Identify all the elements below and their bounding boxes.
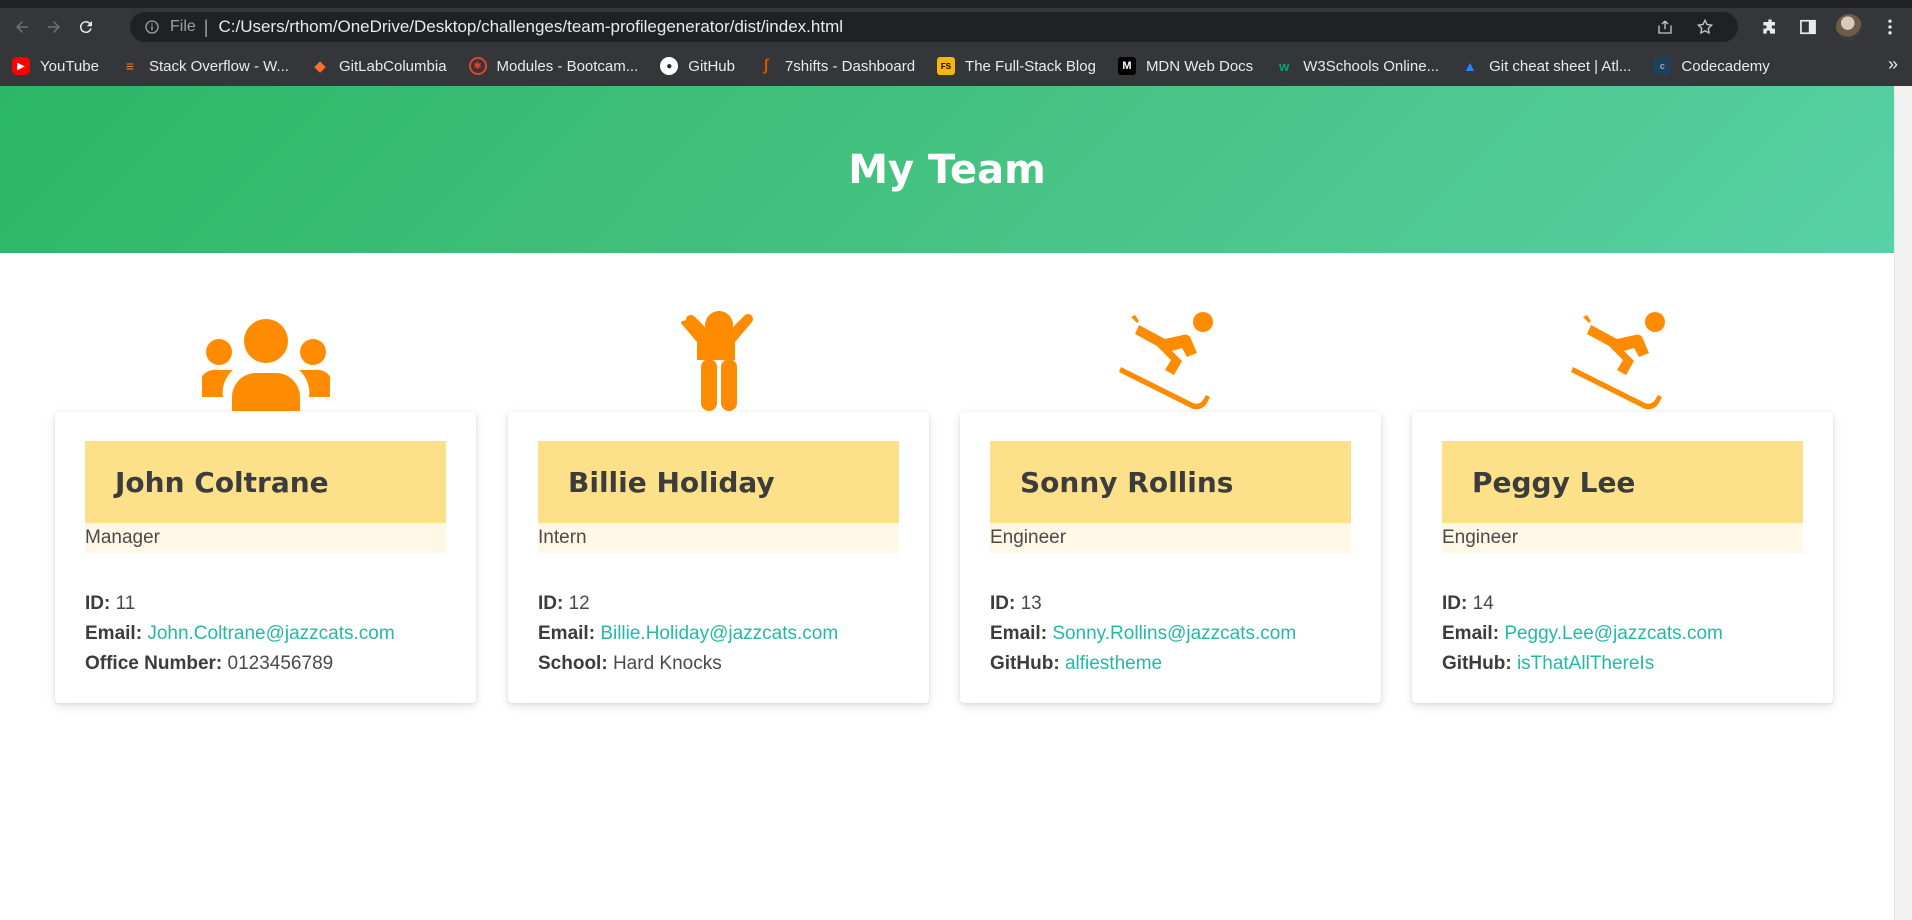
- bookmark-gitlab[interactable]: ◆ GitLabColumbia: [311, 57, 446, 76]
- w3schools-icon: w: [1279, 58, 1290, 74]
- employee-id: ID: 11: [85, 593, 136, 614]
- window-frame: [0, 0, 1912, 8]
- users-icon: [201, 319, 330, 411]
- forward-button[interactable]: [39, 12, 69, 42]
- reload-icon: [79, 21, 92, 34]
- employee-card: Sonny Rollins Engineer ID: 13 Email: Son…: [960, 412, 1381, 703]
- employee-email: Email: Peggy.Lee@jazzcats.com: [1442, 623, 1723, 644]
- arrow-right-icon: [48, 21, 60, 33]
- reload-button[interactable]: [71, 12, 101, 42]
- bookmarks-bar: ▶ YouTube ≡ Stack Overflow - W... ◆ GitL…: [0, 46, 1912, 86]
- stackoverflow-icon: ≡: [125, 58, 135, 74]
- github-username: GitHub: alfiestheme: [990, 653, 1163, 674]
- bookmark-atlassian[interactable]: ▲ Git cheat sheet | Atl...: [1461, 57, 1631, 75]
- school: School: Hard Knocks: [538, 653, 722, 674]
- bookmark-fullstack-blog[interactable]: FS The Full-Stack Blog: [937, 57, 1096, 75]
- card-header: Sonny Rollins: [990, 441, 1351, 523]
- github-icon: ●: [660, 57, 679, 75]
- skiing-icon: [1570, 312, 1665, 410]
- employee-name: John Coltrane: [115, 465, 329, 499]
- employee-role: Engineer: [1442, 523, 1803, 553]
- github-username: GitHub: isThatAllThereIs: [1442, 653, 1655, 674]
- employee-email: Email: John.Coltrane@jazzcats.com: [85, 623, 395, 644]
- more-vertical-icon[interactable]: [1880, 17, 1900, 37]
- email-link[interactable]: Peggy.Lee@jazzcats.com: [1504, 623, 1723, 644]
- employee-details: ID: 11 Email: John.Coltrane@jazzcats.com…: [85, 589, 446, 679]
- page-body: My Team John Coltrane Manager ID: 11 Ema…: [0, 86, 1894, 920]
- employee-details: ID: 14 Email: Peggy.Lee@jazzcats.com Git…: [1442, 589, 1803, 679]
- url-scheme: File: [170, 18, 196, 35]
- employee-column: Peggy Lee Engineer ID: 14 Email: Peggy.L…: [1412, 311, 1833, 711]
- skiing-icon: [1118, 312, 1213, 410]
- card-header: Peggy Lee: [1442, 441, 1803, 523]
- star-icon[interactable]: [1696, 18, 1714, 36]
- jumbotron: My Team: [0, 86, 1894, 253]
- fullstack-blog-icon: FS: [937, 57, 956, 75]
- employee-name: Peggy Lee: [1472, 465, 1636, 499]
- bookmarks-overflow-button[interactable]: »: [1888, 54, 1898, 75]
- share-icon[interactable]: [1656, 18, 1674, 36]
- side-panel-icon[interactable]: [1798, 17, 1818, 37]
- child-icon: [680, 311, 753, 411]
- bookmark-stackoverflow[interactable]: ≡ Stack Overflow - W...: [121, 57, 289, 75]
- employee-id: ID: 14: [1442, 593, 1494, 614]
- github-link[interactable]: alfiestheme: [1065, 653, 1162, 674]
- employee-column: John Coltrane Manager ID: 11 Email: John…: [55, 311, 476, 711]
- employee-id: ID: 13: [990, 593, 1042, 614]
- employee-email: Email: Sonny.Rollins@jazzcats.com: [990, 623, 1297, 644]
- url-text[interactable]: C:/Users/rthom/OneDrive/Desktop/challeng…: [218, 17, 843, 37]
- email-link[interactable]: Sonny.Rollins@jazzcats.com: [1052, 623, 1296, 644]
- employee-role: Manager: [85, 523, 446, 553]
- bootcamp-icon: ✱: [468, 57, 487, 75]
- page-scrollbar[interactable]: [1894, 86, 1912, 920]
- browser-toolbar: File | C:/Users/rthom/OneDrive/Desktop/c…: [0, 8, 1912, 46]
- employee-name: Sonny Rollins: [1020, 465, 1234, 499]
- bookmark-github[interactable]: ● GitHub: [660, 57, 735, 75]
- bookmark-mdn[interactable]: M MDN Web Docs: [1117, 57, 1253, 75]
- office-number: Office Number: 0123456789: [85, 653, 334, 674]
- youtube-icon: ▶: [12, 57, 30, 75]
- page-title: My Team: [848, 146, 1046, 193]
- employee-details: ID: 13 Email: Sonny.Rollins@jazzcats.com…: [990, 589, 1351, 679]
- employee-id: ID: 12: [538, 593, 590, 614]
- employee-role: Intern: [538, 523, 899, 553]
- bookmark-codecademy[interactable]: c Codecademy: [1653, 57, 1770, 75]
- github-link[interactable]: isThatAllThereIs: [1517, 653, 1654, 674]
- profile-avatar[interactable]: [1836, 14, 1862, 40]
- extensions-icon[interactable]: [1760, 17, 1780, 37]
- arrow-left-icon: [16, 21, 28, 33]
- card-header: John Coltrane: [85, 441, 446, 523]
- email-link[interactable]: Billie.Holiday@jazzcats.com: [600, 623, 838, 644]
- employee-card: Peggy Lee Engineer ID: 14 Email: Peggy.L…: [1412, 412, 1833, 703]
- bookmark-youtube[interactable]: ▶ YouTube: [12, 57, 99, 75]
- employee-role: Engineer: [990, 523, 1351, 553]
- employee-column: Sonny Rollins Engineer ID: 13 Email: Son…: [960, 311, 1381, 711]
- employee-card: Billie Holiday Intern ID: 12 Email: Bill…: [508, 412, 929, 703]
- employee-card: John Coltrane Manager ID: 11 Email: John…: [55, 412, 476, 703]
- employee-details: ID: 12 Email: Billie.Holiday@jazzcats.co…: [538, 589, 899, 679]
- card-header: Billie Holiday: [538, 441, 899, 523]
- 7shifts-icon: ʃ: [763, 57, 769, 74]
- employee-name: Billie Holiday: [568, 465, 775, 499]
- address-bar[interactable]: File | C:/Users/rthom/OneDrive/Desktop/c…: [130, 12, 1738, 42]
- atlassian-icon: ▲: [1463, 58, 1478, 74]
- bookmark-modules[interactable]: ✱ Modules - Bootcam...: [468, 57, 638, 75]
- email-link[interactable]: John.Coltrane@jazzcats.com: [147, 623, 394, 644]
- bookmark-7shifts[interactable]: ʃ 7shifts - Dashboard: [757, 57, 915, 75]
- info-icon[interactable]: [144, 19, 160, 35]
- url-separator: |: [203, 16, 209, 37]
- bookmark-w3schools[interactable]: w W3Schools Online...: [1275, 57, 1439, 75]
- back-button[interactable]: [7, 12, 37, 42]
- employee-column: Billie Holiday Intern ID: 12 Email: Bill…: [508, 311, 929, 711]
- gitlab-icon: ◆: [314, 58, 326, 75]
- mdn-icon: M: [1117, 57, 1136, 75]
- codecademy-icon: c: [1653, 57, 1672, 75]
- employee-email: Email: Billie.Holiday@jazzcats.com: [538, 623, 839, 644]
- team-cards: John Coltrane Manager ID: 11 Email: John…: [55, 311, 1835, 711]
